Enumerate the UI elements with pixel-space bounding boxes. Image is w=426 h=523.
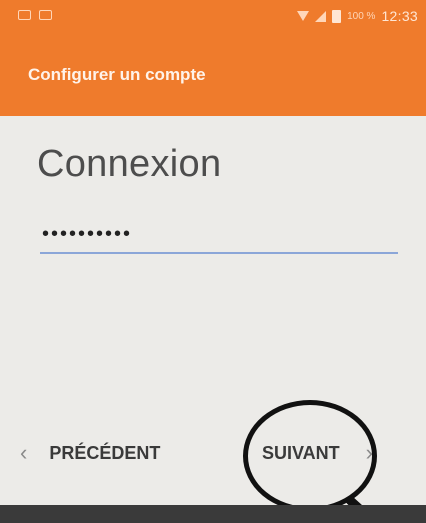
status-clock: 12:33 — [381, 8, 418, 24]
chevron-right-icon: › — [365, 440, 373, 465]
account-setup-screen: 100 % 12:33 Configurer un compte Connexi… — [0, 0, 426, 523]
previous-button[interactable]: ‹ PRÉCÉDENT — [20, 442, 160, 464]
wifi-icon — [297, 11, 310, 21]
bottom-navigation: ‹ PRÉCÉDENT SUIVANT › — [0, 420, 426, 500]
app-bar: Configurer un compte — [0, 34, 426, 116]
keyboard-edge — [0, 505, 426, 523]
mail-icon — [39, 10, 52, 20]
next-button-label: SUIVANT — [262, 442, 340, 463]
status-notifications — [18, 10, 52, 20]
battery-percent: 100 % — [347, 10, 376, 22]
previous-button-label: PRÉCÉDENT — [49, 442, 161, 463]
chevron-left-icon: ‹ — [20, 440, 28, 465]
page-title: Connexion — [37, 143, 222, 185]
password-field[interactable] — [40, 216, 398, 254]
status-indicators: 100 % 12:33 — [297, 8, 418, 24]
notification-icon — [18, 10, 31, 20]
battery-icon — [332, 9, 342, 23]
next-button[interactable]: SUIVANT › — [262, 442, 373, 464]
status-bar: 100 % 12:33 — [0, 0, 426, 34]
app-title: Configurer un compte — [28, 65, 206, 84]
signal-icon — [315, 10, 327, 22]
